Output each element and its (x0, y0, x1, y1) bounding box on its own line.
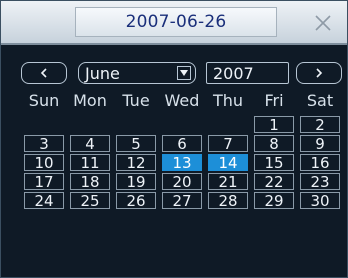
day-cell[interactable]: 29 (254, 192, 294, 209)
day-grid: 1 2 3 4 5 6 7 8 9 10 11 12 13 14 15 16 17 18 19 20 21 22 23 24 2… (21, 116, 341, 226)
weekday-sun: Sun (28, 91, 60, 110)
day-cell[interactable]: 27 (162, 192, 202, 209)
day-cell[interactable]: 17 (24, 173, 64, 190)
month-select[interactable]: June (78, 62, 196, 84)
day-cell[interactable]: 14 (208, 154, 248, 171)
day-cell[interactable]: 8 (254, 135, 294, 152)
day-cell[interactable]: 25 (70, 192, 110, 209)
year-input[interactable]: 2007 (206, 62, 289, 84)
day-cell[interactable]: 7 (208, 135, 248, 152)
weekday-fri: Fri (264, 91, 284, 110)
day-cell[interactable]: 3 (24, 135, 64, 152)
day-cell[interactable]: 24 (24, 192, 64, 209)
weekday-mon: Mon (73, 91, 107, 110)
day-cell[interactable]: 19 (116, 173, 156, 190)
day-cell[interactable]: 4 (70, 135, 110, 152)
day-cell[interactable]: 9 (300, 135, 340, 152)
day-cell[interactable]: 23 (300, 173, 340, 190)
weekday-wed: Wed (164, 91, 200, 110)
next-month-button[interactable] (296, 62, 342, 84)
day-cell[interactable]: 12 (116, 154, 156, 171)
prev-month-button[interactable] (21, 62, 67, 84)
weekday-thu: Thu (212, 91, 244, 110)
day-cell[interactable]: 15 (254, 154, 294, 171)
day-cell[interactable]: 22 (254, 173, 294, 190)
title-bar: 2007-06-26 (1, 1, 347, 45)
weekday-tue: Tue (122, 91, 150, 110)
day-cell[interactable]: 5 (116, 135, 156, 152)
calendar-dialog: 2007-06-26 June 2007 Sun Mon Tue Wed Thu… (0, 0, 348, 278)
day-cell[interactable]: 18 (70, 173, 110, 190)
day-cell[interactable]: 1 (254, 116, 294, 133)
day-cell[interactable]: 26 (116, 192, 156, 209)
month-dropdown-button[interactable] (177, 66, 191, 80)
day-cell[interactable]: 30 (300, 192, 340, 209)
close-button[interactable] (309, 9, 337, 37)
day-cell[interactable]: 6 (162, 135, 202, 152)
chevron-right-icon (316, 68, 323, 78)
weekday-sat: Sat (306, 91, 334, 110)
day-cell[interactable]: 11 (70, 154, 110, 171)
day-cell[interactable]: 28 (208, 192, 248, 209)
day-cell[interactable]: 2 (300, 116, 340, 133)
day-cell[interactable]: 21 (208, 173, 248, 190)
chevron-down-icon (180, 70, 188, 76)
day-cell[interactable]: 13 (162, 154, 202, 171)
weekday-header-row: Sun Mon Tue Wed Thu Fri Sat (21, 91, 341, 111)
close-icon (315, 15, 331, 31)
day-cell[interactable]: 16 (300, 154, 340, 171)
dialog-title: 2007-06-26 (75, 7, 277, 37)
month-value: June (85, 63, 120, 83)
day-cell[interactable]: 20 (162, 173, 202, 190)
chevron-left-icon (40, 68, 47, 78)
day-cell[interactable]: 10 (24, 154, 64, 171)
